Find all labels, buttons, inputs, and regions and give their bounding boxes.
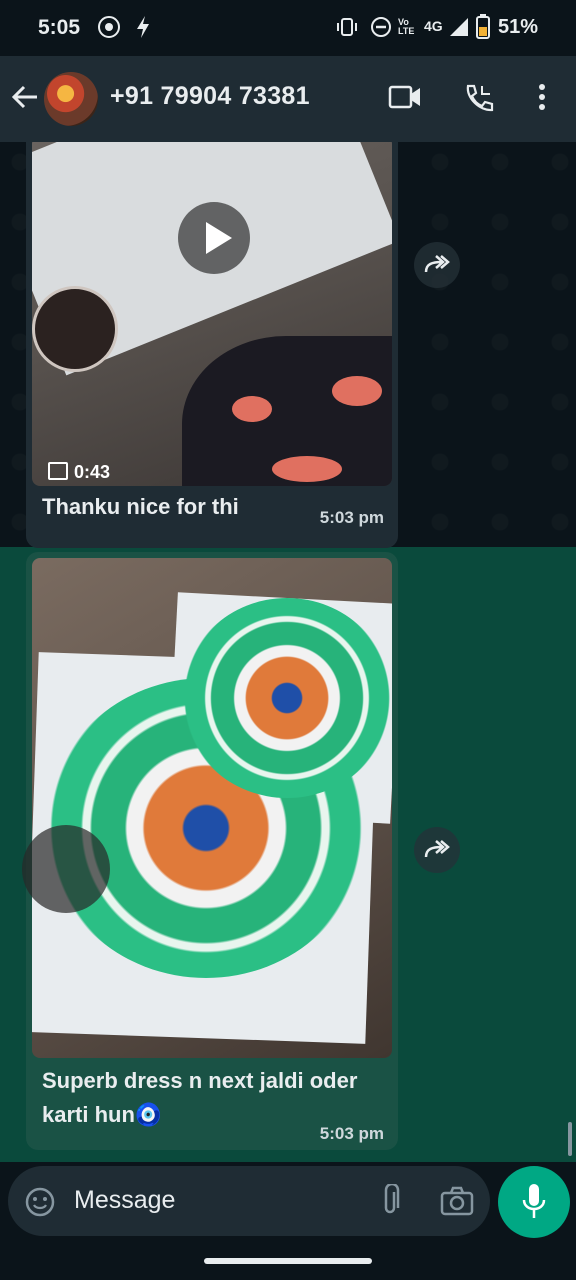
- contact-name[interactable]: +91 79904 73381: [110, 82, 310, 111]
- image-thumbnail[interactable]: [32, 558, 392, 1058]
- mic-button[interactable]: [498, 1166, 570, 1238]
- scrollbar[interactable]: [568, 1122, 572, 1156]
- emoji-icon[interactable]: [24, 1186, 56, 1218]
- dnd-icon: [371, 17, 391, 37]
- status-bar: 5:05 Vo LTE 4G 51%: [0, 0, 576, 56]
- camera-icon[interactable]: [440, 1186, 474, 1216]
- lightning-icon: [137, 16, 149, 38]
- phone-call-icon[interactable]: [462, 82, 494, 114]
- video-call-icon[interactable]: [388, 82, 422, 112]
- volte-label: Vo LTE: [398, 17, 415, 36]
- home-indicator[interactable]: [204, 1258, 372, 1264]
- avatar[interactable]: [44, 72, 98, 126]
- message-input[interactable]: Message: [8, 1166, 490, 1236]
- forward-icon: [424, 255, 450, 273]
- network-label: 4G: [424, 18, 443, 34]
- back-arrow-icon[interactable]: [10, 82, 40, 112]
- message-placeholder[interactable]: Message: [74, 1186, 175, 1215]
- message-time: 5:03 pm: [319, 1124, 384, 1143]
- play-icon[interactable]: [178, 202, 250, 274]
- video-duration: 0:43: [48, 462, 110, 483]
- vibrate-icon: [337, 18, 357, 36]
- music-app-icon: [98, 16, 120, 38]
- battery-icon: [476, 14, 490, 39]
- overlay-circle: [22, 825, 110, 913]
- signal-icon: [450, 18, 468, 36]
- message-caption-line-1: Superb dress n next jaldi oder: [42, 1068, 358, 1093]
- forward-icon: [424, 840, 450, 858]
- more-options-icon[interactable]: [536, 82, 548, 112]
- battery-percent: 51%: [497, 16, 538, 38]
- input-bar: Message: [0, 1162, 576, 1280]
- message-caption: Thanku nice for thi: [42, 494, 239, 519]
- message-time: 5:03 pm: [319, 508, 384, 527]
- forward-button[interactable]: [414, 827, 460, 873]
- message-caption-line-2: karti hun🧿: [42, 1102, 163, 1127]
- forward-button[interactable]: [414, 242, 460, 288]
- video-thumbnail[interactable]: 0:43: [32, 142, 392, 486]
- chat-area[interactable]: 0:43 Thanku nice for thi 5:03 pm Superb …: [0, 142, 576, 1162]
- status-time: 5:05: [38, 16, 81, 39]
- attach-icon[interactable]: [378, 1184, 402, 1218]
- video-message-bubble[interactable]: 0:43 Thanku nice for thi 5:03 pm: [26, 142, 398, 548]
- mic-icon: [522, 1184, 546, 1218]
- chat-header: +91 79904 73381: [0, 56, 576, 142]
- video-camera-icon: [48, 462, 68, 480]
